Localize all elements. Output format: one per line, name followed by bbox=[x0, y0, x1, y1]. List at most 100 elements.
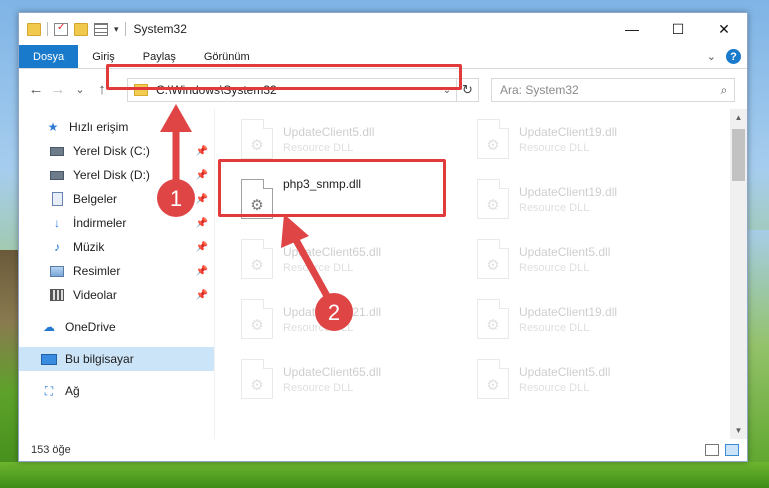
file-type: Resource DLL bbox=[283, 261, 354, 274]
file-item[interactable]: ⚙ UpdateClient65.dll Resource DLL bbox=[241, 353, 461, 405]
tab-file[interactable]: Dosya bbox=[19, 45, 79, 68]
sidebar-item-pictures[interactable]: Resimler 📌 bbox=[19, 259, 214, 283]
desktop-background-left bbox=[0, 250, 20, 488]
sidebar-item-label: Belgeler bbox=[73, 192, 118, 206]
sidebar-item-label: Resimler bbox=[73, 264, 121, 278]
file-name: UpdateClient65.dll bbox=[283, 244, 382, 259]
maximize-button[interactable]: ☐ bbox=[655, 13, 701, 45]
ribbon-right-controls: ⌄ ? bbox=[707, 49, 741, 64]
pin-icon[interactable]: 📌 bbox=[196, 170, 208, 181]
sidebar-item-downloads[interactable]: ↓ İndirmeler 📌 bbox=[19, 211, 214, 235]
scroll-down-icon[interactable]: ▼ bbox=[730, 422, 747, 439]
search-box[interactable]: ⌕ bbox=[491, 78, 735, 102]
pin-icon[interactable]: 📌 bbox=[196, 146, 208, 157]
sidebar-item-label: Müzik bbox=[73, 240, 105, 254]
file-item[interactable]: ⚙ UpdateClient19.dll Resource DLL bbox=[477, 293, 697, 345]
recent-locations-button[interactable]: ⌄ bbox=[69, 83, 91, 96]
item-count: 153 öğe bbox=[31, 444, 71, 456]
navigation-pane: ★ Hızlı erişim Yerel Disk (C:) 📌 Yerel D… bbox=[19, 109, 215, 439]
toolbar-separator bbox=[124, 22, 126, 36]
file-type: Resource DLL bbox=[283, 321, 354, 334]
file-name: UpdateClient19.dll bbox=[519, 184, 618, 199]
search-input[interactable] bbox=[500, 83, 714, 97]
sidebar-item-this-pc[interactable]: Bu bilgisayar bbox=[19, 347, 214, 371]
properties-icon[interactable] bbox=[54, 22, 68, 36]
videos-icon bbox=[49, 288, 65, 302]
sidebar-item-label: Hızlı erişim bbox=[69, 120, 129, 134]
onedrive-icon: ☁ bbox=[43, 320, 55, 334]
sidebar-item-label: OneDrive bbox=[65, 320, 116, 334]
toolbar-separator bbox=[47, 22, 48, 36]
file-item[interactable]: ⚙ UpdateClient5.dll Resource DLL bbox=[477, 233, 697, 285]
dll-file-icon: ⚙ bbox=[477, 299, 509, 339]
pin-icon[interactable]: 📌 bbox=[196, 194, 208, 205]
view-options-icon[interactable] bbox=[94, 22, 108, 36]
file-item[interactable]: ⚙ UpdateClient65.dll Resource DLL bbox=[241, 233, 461, 285]
window-title: System32 bbox=[133, 22, 187, 36]
dll-file-icon: ⚙ bbox=[241, 239, 273, 279]
chevron-down-icon[interactable]: ⌄ bbox=[707, 50, 716, 63]
status-bar: 153 öğe bbox=[19, 439, 747, 461]
file-name: UpdateClient19.dll bbox=[519, 124, 618, 139]
scrollbar-thumb[interactable] bbox=[732, 129, 745, 181]
network-icon: ⛶ bbox=[44, 383, 54, 398]
file-name: UpdateClient19.dll bbox=[519, 304, 618, 319]
dll-file-icon: ⚙ bbox=[241, 119, 273, 159]
sidebar-item-network[interactable]: ⛶ Ağ bbox=[19, 379, 214, 403]
downloads-icon: ↓ bbox=[54, 216, 60, 230]
pin-icon[interactable]: 📌 bbox=[196, 242, 208, 253]
desktop-background-right bbox=[745, 230, 769, 488]
address-highlight-box bbox=[106, 64, 462, 90]
quick-access-toolbar: ▾ bbox=[19, 22, 126, 36]
file-item[interactable]: ⚙ UpdateClient5.dll Resource DLL bbox=[477, 353, 697, 405]
pictures-icon bbox=[49, 264, 65, 278]
folder-icon[interactable] bbox=[27, 22, 41, 36]
sidebar-item-onedrive[interactable]: ☁ OneDrive bbox=[19, 315, 214, 339]
sidebar-item-local-disk-c[interactable]: Yerel Disk (C:) 📌 bbox=[19, 139, 214, 163]
sidebar-item-quick-access[interactable]: ★ Hızlı erişim bbox=[19, 115, 214, 139]
sidebar-item-videos[interactable]: Videolar 📌 bbox=[19, 283, 214, 307]
minimize-button[interactable]: — bbox=[609, 13, 655, 45]
this-pc-icon bbox=[41, 352, 57, 366]
search-icon[interactable]: ⌕ bbox=[714, 83, 734, 98]
pin-icon[interactable]: 📌 bbox=[196, 218, 208, 229]
vertical-scrollbar[interactable]: ▲ ▼ bbox=[730, 109, 747, 439]
sidebar-item-label: Yerel Disk (D:) bbox=[73, 168, 150, 182]
sidebar-item-music[interactable]: ♪ Müzik 📌 bbox=[19, 235, 214, 259]
file-item[interactable]: ⚙ UpdateClient21.dll Resource DLL bbox=[241, 293, 461, 345]
dll-file-icon: ⚙ bbox=[477, 359, 509, 399]
sidebar-item-local-disk-d[interactable]: Yerel Disk (D:) 📌 bbox=[19, 163, 214, 187]
scroll-up-icon[interactable]: ▲ bbox=[730, 109, 747, 126]
sidebar-item-documents[interactable]: Belgeler 📌 bbox=[19, 187, 214, 211]
drive-icon bbox=[49, 144, 65, 158]
pin-icon[interactable]: 📌 bbox=[196, 266, 208, 277]
file-name: UpdateClient5.dll bbox=[283, 124, 375, 139]
pin-icon[interactable]: 📌 bbox=[196, 290, 208, 301]
file-type: Resource DLL bbox=[283, 381, 354, 394]
help-button[interactable]: ? bbox=[726, 49, 741, 64]
sidebar-item-label: Bu bilgisayar bbox=[65, 352, 134, 366]
file-name: UpdateClient21.dll bbox=[283, 304, 382, 319]
title-bar: ▾ System32 — ☐ ✕ bbox=[19, 13, 747, 45]
desktop-background-bottom bbox=[0, 462, 769, 488]
file-item[interactable]: ⚙ UpdateClient19.dll Resource DLL bbox=[477, 173, 697, 225]
details-view-icon[interactable] bbox=[705, 444, 719, 456]
tiles-view-icon[interactable] bbox=[725, 444, 739, 456]
close-button[interactable]: ✕ bbox=[701, 13, 747, 45]
back-button[interactable]: ← bbox=[25, 81, 47, 98]
file-item[interactable]: ⚙ UpdateClient19.dll Resource DLL bbox=[477, 113, 697, 165]
file-type: Resource DLL bbox=[519, 381, 590, 394]
sidebar-item-label: İndirmeler bbox=[73, 216, 127, 230]
file-item[interactable]: ⚙ UpdateClient5.dll Resource DLL bbox=[241, 113, 461, 165]
new-folder-icon[interactable] bbox=[74, 22, 88, 36]
forward-button[interactable]: → bbox=[47, 81, 69, 98]
sidebar-item-label: Videolar bbox=[73, 288, 117, 302]
file-type: Resource DLL bbox=[519, 261, 590, 274]
file-type: Resource DLL bbox=[283, 141, 354, 154]
dll-file-icon: ⚙ bbox=[241, 359, 273, 399]
file-type: Resource DLL bbox=[519, 201, 590, 214]
dll-file-icon: ⚙ bbox=[477, 119, 509, 159]
view-switcher bbox=[705, 444, 739, 456]
customize-toolbar-icon[interactable]: ▾ bbox=[114, 24, 119, 35]
dll-file-icon: ⚙ bbox=[241, 299, 273, 339]
